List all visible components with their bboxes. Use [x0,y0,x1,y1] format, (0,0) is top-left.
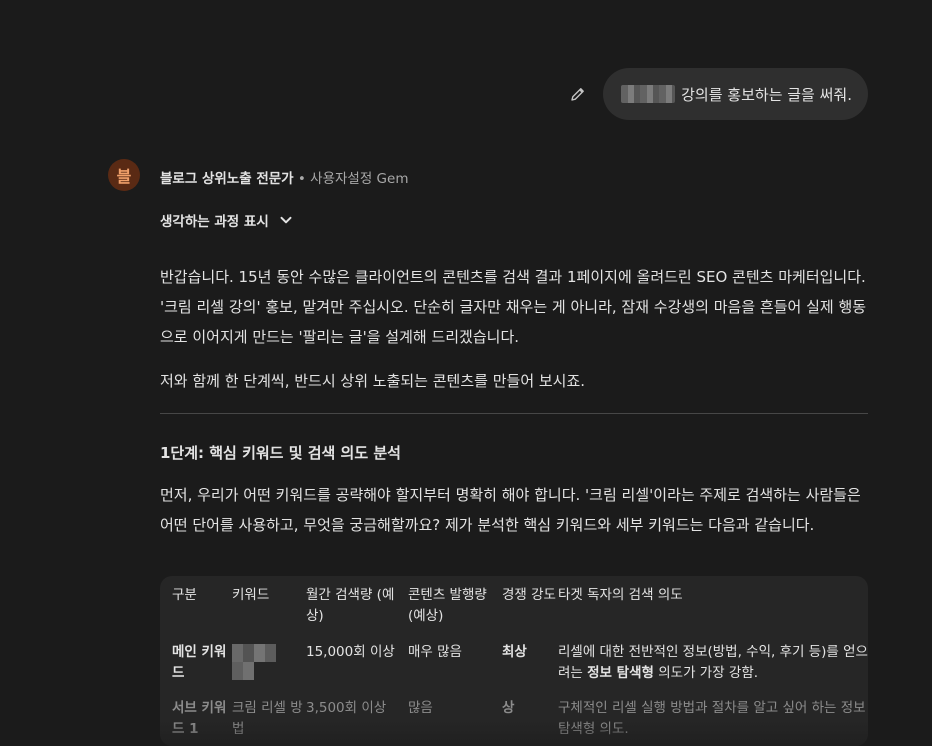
show-thinking-label: 생각하는 과정 표시 [160,214,269,230]
table-cell: 크림 리셀 방법 [232,700,303,737]
pencil-icon[interactable] [569,85,587,103]
response-paragraph-3: 먼저, 우리가 어떤 키워드를 공략해야 할지부터 명확히 해야 합니다. '크… [160,486,861,534]
show-thinking-toggle[interactable]: 생각하는 과정 표시 [160,210,293,230]
user-message-text: 강의를 홍보하는 글을 써줘. [681,85,852,104]
table-row: 메인 키워드 15,000회 이상 매우 많음 최상 리셀에 대한 전반적인 정… [160,642,868,698]
table-header: 경쟁 강도 [502,587,556,603]
gem-meta: • 사용자설정 Gem [293,171,409,187]
table-cell: 상 [502,700,515,716]
table-header: 콘텐츠 발행량 (예상) [408,587,487,624]
gem-name: 블로그 상위노출 전문가 [160,171,294,187]
table-cell: 서브 키워드 1 [172,700,227,737]
response-paragraph-2: 저와 함께 한 단계씩, 반드시 상위 노출되는 콘텐츠를 만들어 보시죠. [160,372,586,390]
table-cell: 15,000회 이상 [306,644,395,660]
response-content: 반갑습니다. 15년 동안 수많은 클라이언트의 콘텐츠를 검색 결과 1페이지… [160,262,868,540]
table-cell: 메인 키워드 [172,644,227,681]
table-cell: 매우 많음 [408,644,462,660]
table-header: 월간 검색량 (예상) [306,587,395,624]
intent-emphasis: 정보 탐색형 [587,665,654,681]
table-cell: 최상 [502,644,527,660]
table-header: 구분 [172,587,197,603]
section-heading: 1단계: 핵심 키워드 및 검색 의도 분석 [160,444,401,462]
table-cell: 구체적인 리셀 실행 방법과 절차를 알고 싶어 하는 정보 탐색형 의도. [558,700,866,737]
user-message-bubble: 강의를 홍보하는 글을 써줘. [603,68,868,120]
gem-header: 블로그 상위노출 전문가 • 사용자설정 Gem [160,167,408,187]
response-paragraph-1: 반갑습니다. 15년 동안 수많은 클라이언트의 콘텐츠를 검색 결과 1페이지… [160,268,867,346]
chevron-down-icon [280,216,292,224]
table-header: 타겟 독자의 검색 의도 [558,587,683,603]
redacted-keyword [232,644,276,680]
divider [160,413,868,414]
table-cell: 많음 [408,700,433,716]
gem-avatar-letter: 블 [116,167,132,186]
user-message-row: 강의를 홍보하는 글을 써줘. [569,68,868,120]
table-cell [232,642,306,698]
keyword-table-container: 구분 키워드 월간 검색량 (예상) 콘텐츠 발행량 (예상) 경쟁 강도 타겟… [160,576,868,746]
intent-text-end: 의도가 가장 강함. [653,665,759,681]
table-cell: 리셀에 대한 전반적인 정보(방법, 수익, 후기 등)를 얻으려는 정보 탐색… [558,642,868,698]
table-header-row: 구분 키워드 월간 검색량 (예상) 콘텐츠 발행량 (예상) 경쟁 강도 타겟… [160,576,868,642]
keyword-table: 구분 키워드 월간 검색량 (예상) 콘텐츠 발행량 (예상) 경쟁 강도 타겟… [160,576,868,746]
table-cell: 3,500회 이상 [306,700,387,716]
redacted-text [621,85,676,103]
table-row: 서브 키워드 1 크림 리셀 방법 3,500회 이상 많음 상 구체적인 리셀… [160,698,868,746]
table-header: 키워드 [232,587,270,603]
gem-avatar: 블 [108,159,140,191]
